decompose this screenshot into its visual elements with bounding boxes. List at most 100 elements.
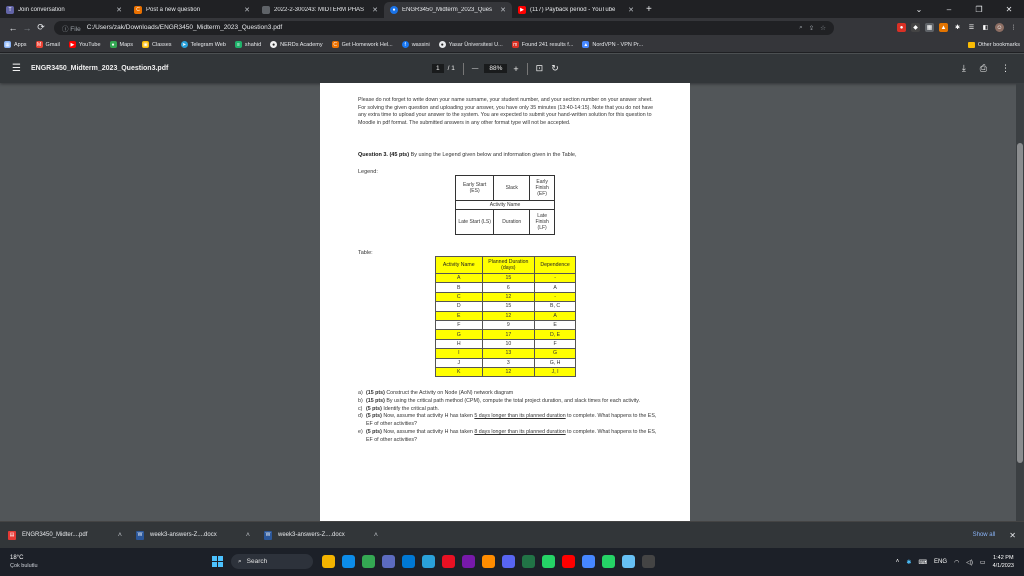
weather-widget[interactable]: 18°C Çok bulutlu <box>10 554 38 570</box>
vpn-icon[interactable] <box>582 555 595 568</box>
page-number-input[interactable]: 1 <box>432 64 444 73</box>
reload-button[interactable]: ⟳ <box>34 22 48 33</box>
volume-icon[interactable]: ◁) <box>966 559 973 566</box>
onenote-icon[interactable] <box>462 555 475 568</box>
media-icon[interactable] <box>482 555 495 568</box>
chrome-icon[interactable] <box>362 555 375 568</box>
star-icon[interactable]: ☆ <box>820 24 826 32</box>
legend-duration: Duration <box>493 209 531 235</box>
battery-icon[interactable]: ▭ <box>980 559 986 566</box>
keyboard-icon[interactable]: ⌨ <box>918 559 927 566</box>
whatsapp2-icon[interactable] <box>602 555 615 568</box>
youtube-icon: ▶ <box>68 41 76 48</box>
bookmark-yasar[interactable]: ● Yasar Üniversitesi U... <box>438 41 503 48</box>
download-label: week3-answers-Z....docx <box>278 532 345 538</box>
tab-midterm-phase[interactable]: 2022-2-300243: MIDTERM PHAS ✕ <box>256 2 384 18</box>
whatsapp-icon[interactable] <box>542 555 555 568</box>
address-bar[interactable]: ⓘ File C:/Users/zak/Downloads/ENGR3450_M… <box>54 20 834 35</box>
chevron-up-icon[interactable]: ˄ <box>118 532 122 539</box>
chevron-down-icon[interactable]: ⌄ <box>904 5 934 14</box>
fit-page-icon[interactable]: ⊡ <box>536 63 544 74</box>
extension-dark-icon[interactable]: ◆ <box>911 23 920 32</box>
scrollbar-thumb[interactable] <box>1017 143 1023 463</box>
wifi-icon[interactable]: ◠ <box>954 559 959 566</box>
tab-engr3450-pdf[interactable]: ● ENGR3450_Midterm_2023_Ques ✕ <box>384 2 512 18</box>
zoom-icon[interactable]: ⌕ <box>799 24 803 32</box>
print-icon[interactable]: ⎙ <box>980 63 987 74</box>
extension-orange-icon[interactable]: ▲ <box>939 23 948 32</box>
bookmark-maps[interactable]: ● Maps <box>109 41 133 48</box>
chevron-up-icon[interactable]: ˄ <box>896 559 900 565</box>
tab-join-conversation[interactable]: T Join conversation ✕ <box>0 2 128 18</box>
discord-icon[interactable] <box>502 555 515 568</box>
back-button[interactable]: ← <box>6 23 20 33</box>
other-bookmarks[interactable]: Other bookmarks <box>967 41 1020 48</box>
close-tab-icon[interactable]: ✕ <box>372 6 378 14</box>
zoom-out-button[interactable]: — <box>472 65 479 72</box>
telegram-icon[interactable] <box>422 555 435 568</box>
forward-button[interactable]: → <box>20 23 34 33</box>
tab-post-question[interactable]: C Post a new question ✕ <box>128 2 256 18</box>
chevron-up-icon[interactable]: ˄ <box>246 532 250 539</box>
file-explorer-icon[interactable] <box>322 555 335 568</box>
close-tab-icon[interactable]: ✕ <box>244 6 250 14</box>
menu-icon[interactable]: ☰ <box>12 63 21 74</box>
chevron-up-icon[interactable]: ˄ <box>374 532 378 539</box>
avatar[interactable]: ☺ <box>995 23 1004 32</box>
close-icon[interactable]: ✕ <box>1009 531 1016 540</box>
mail-icon[interactable] <box>402 555 415 568</box>
bookmark-apps[interactable]: ▦ Apps <box>4 41 27 48</box>
minimize-button[interactable]: – <box>934 5 964 14</box>
close-tab-icon[interactable]: ✕ <box>116 6 122 14</box>
bookmark-telegram[interactable]: ➤ Telegram Web <box>180 41 226 48</box>
taskbar-search[interactable]: ⌕ Search <box>231 554 313 569</box>
clock[interactable]: 1:42 PM 4/1/2023 <box>993 554 1014 570</box>
reading-list-icon[interactable]: ☰ <box>967 23 976 32</box>
close-window-button[interactable]: ✕ <box>994 5 1024 14</box>
bookmark-gmail[interactable]: M Gmail <box>35 41 60 48</box>
windows-start-icon[interactable] <box>212 556 223 567</box>
close-tab-icon[interactable]: ✕ <box>500 6 506 14</box>
zoom-in-button[interactable]: + <box>513 64 518 74</box>
download-item[interactable]: Wweek3-answers-Z....docx ˄ <box>136 530 260 540</box>
taskbar: 18°C Çok bulutlu ⌕ Search ˄ ✱ ⌨ ENG ◠ ◁) … <box>0 548 1024 576</box>
bookmark-chegg[interactable]: C Get Homework Hel... <box>331 41 393 48</box>
rotate-icon[interactable]: ↻ <box>551 63 559 74</box>
steam-icon[interactable] <box>622 555 635 568</box>
download-item[interactable]: Wweek3-answers-Z....docx ˄ <box>264 530 388 540</box>
obs-icon[interactable] <box>642 555 655 568</box>
download-item[interactable]: ▤ ENGR3450_Midter....pdf ˄ <box>8 530 132 540</box>
share-icon[interactable]: ⇪ <box>809 24 814 32</box>
puzzle-icon[interactable]: ✱ <box>953 23 962 32</box>
restore-button[interactable]: ❐ <box>964 5 994 14</box>
bookmark-classes[interactable]: ▣ Classes <box>142 41 172 48</box>
bookmark-shahid[interactable]: ≡ shahid <box>234 41 261 48</box>
close-tab-icon[interactable]: ✕ <box>628 6 634 14</box>
bookmark-nordvpn[interactable]: ▲ NordVPN - VPN Pr... <box>582 41 643 48</box>
more-options-icon[interactable]: ⋮ <box>1001 63 1010 74</box>
show-all-button[interactable]: Show all <box>973 532 996 538</box>
zoom-level-input[interactable]: 88% <box>484 64 508 73</box>
opera-icon[interactable] <box>442 555 455 568</box>
store-icon[interactable] <box>382 555 395 568</box>
bookmark-wassini[interactable]: f wassini <box>401 41 430 48</box>
bookmark-found-results[interactable]: m Found 241 results f... <box>511 41 573 48</box>
sidepanel-icon[interactable]: ◧ <box>981 23 990 32</box>
extension-grid-icon[interactable]: ▦ <box>925 23 934 32</box>
edge-icon[interactable] <box>342 555 355 568</box>
excel-icon[interactable] <box>522 555 535 568</box>
language-indicator[interactable]: ENG <box>934 559 947 565</box>
bookmark-nerds[interactable]: ● NERDs Academy <box>270 41 323 48</box>
site-info-icon[interactable]: ⓘ File <box>62 23 81 33</box>
youtube-icon[interactable] <box>562 555 575 568</box>
new-tab-button[interactable]: + <box>646 4 652 15</box>
bookmark-youtube[interactable]: ▶ YouTube <box>68 41 101 48</box>
more-options-icon[interactable]: ⋮ <box>1009 23 1018 32</box>
scrollbar[interactable] <box>1016 83 1024 521</box>
extension-red-icon[interactable]: ● <box>897 23 906 32</box>
bookmark-label: NERDs Academy <box>280 41 323 48</box>
bookmark-label: YouTube <box>78 41 101 48</box>
download-icon[interactable]: ⤓ <box>962 63 966 74</box>
bluetooth-icon[interactable]: ✱ <box>906 559 911 566</box>
tab-youtube-payback[interactable]: ▶ (117) Payback period - YouTube ✕ <box>512 2 640 18</box>
